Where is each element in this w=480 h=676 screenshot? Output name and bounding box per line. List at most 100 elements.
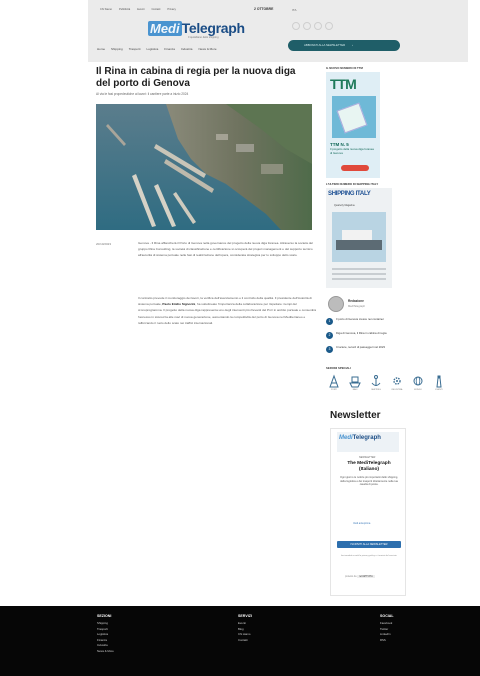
- top-link[interactable]: Contatti: [151, 8, 160, 11]
- footer-heading: SOCIAL: [380, 614, 394, 618]
- newsletter-card: MediTelegraph NEWSLETTER The MediTelegra…: [330, 428, 406, 596]
- logo-main: Telegraph: [181, 20, 245, 36]
- footer-heading: SEZIONI: [97, 614, 112, 618]
- article-title: Il Rina in cabina di regia per la nuova …: [96, 66, 296, 89]
- section-label: PORTI: [330, 389, 338, 391]
- footer-link[interactable]: RSS: [380, 638, 394, 644]
- footer-link[interactable]: Chi siamo: [238, 632, 252, 638]
- chevron-right-icon: ›: [352, 43, 353, 47]
- twitter-icon[interactable]: [303, 22, 311, 30]
- ports-icon: [329, 374, 339, 388]
- article-date: 20/10/2023: [96, 242, 112, 246]
- section-label: SHIPPING: [371, 389, 381, 391]
- section-link[interactable]: INDUSTRIA: [391, 374, 403, 391]
- article-subtitle: Al via le fasi propedeutiche ai lavori: …: [96, 92, 189, 96]
- footer-link[interactable]: News & More: [97, 649, 114, 655]
- top-links: Chi Siamo Pubblicità Eventi Contatti Pri…: [100, 8, 176, 11]
- article-paragraph: Il contratto prevede il monitoraggio dei…: [138, 295, 316, 326]
- nav-item[interactable]: Trasporti: [129, 47, 141, 51]
- section-label: EVENTI: [435, 389, 443, 391]
- subscribe-label: ISCRIVITI ALLA NEWSLETTER: [350, 543, 388, 546]
- section-link[interactable]: MONDO: [412, 374, 424, 391]
- rank-text: Crociere, record di passeggeri nel 2023: [336, 345, 385, 349]
- tm-magazine-cover[interactable]: TTM TTM N. 5 Il progetto della nuova dig…: [326, 72, 380, 178]
- footer-link[interactable]: Contatti: [238, 638, 252, 644]
- logo-tagline: Il quotidiano dello shipping: [188, 36, 219, 39]
- rank-number: 3: [326, 346, 333, 353]
- author-role: MediTelegraph: [348, 305, 366, 308]
- sidebar-section-title: L'ULTIMO NUMERO DI SHIPPING ITALY: [326, 182, 379, 186]
- footer-column: SERVIZI Eventi Blog Chi siamo Contatti: [238, 614, 252, 643]
- top-link[interactable]: Privacy: [167, 8, 176, 11]
- newsletter-description: Ogni giorno le notizie più importanti de…: [340, 476, 398, 487]
- section-link[interactable]: PORTI: [328, 374, 340, 391]
- footer-heading: SERVIZI: [238, 614, 252, 618]
- tm-subtitle: Il progetto della nuova diga foranea di …: [330, 147, 374, 155]
- rank-text: Diga di Genova, il Rina in cabina di reg…: [336, 331, 387, 335]
- top-link[interactable]: Pubblicità: [119, 8, 130, 11]
- cover-image: [332, 212, 386, 262]
- ranking-item[interactable]: 3 Crociere, record di passeggeri nel 202…: [326, 345, 402, 353]
- logo-prefix: Medi: [148, 21, 182, 36]
- captcha-badge: protetto da reCAPTCHA: [345, 575, 375, 578]
- newsletter-logo: MediTelegraph: [339, 435, 381, 441]
- site-logo[interactable]: Medi Telegraph: [148, 20, 245, 36]
- search-icon[interactable]: [325, 22, 333, 30]
- footer: SEZIONI Shipping Trasporti Logistica Fin…: [0, 606, 480, 676]
- gear-icon: [393, 377, 401, 385]
- section-label: MONDO: [414, 389, 422, 391]
- shipping-magazine-cover[interactable]: SHIPPING ITALY Quarterly Magazine: [326, 188, 392, 288]
- article-paragraph: Genova - Il Rina affiancherà il Porto di…: [138, 241, 313, 258]
- subscribe-button[interactable]: ISCRIVITI ALLA NEWSLETTER: [337, 541, 401, 548]
- sidebar-section-title: IL NUOVO NUMERO DI TTM: [326, 66, 363, 70]
- nav-item[interactable]: Industria: [181, 47, 193, 51]
- author-name: Redazione: [348, 299, 364, 303]
- tm-read-button[interactable]: [341, 165, 369, 171]
- nav-item[interactable]: News & More: [198, 47, 216, 51]
- newsletter-preview-link[interactable]: Vedi anteprima: [353, 522, 370, 525]
- social-icons: [292, 22, 333, 30]
- logo-prefix: Medi: [339, 435, 353, 441]
- language-selector[interactable]: ITA: [292, 8, 296, 12]
- rank-text: Il porto di Genova cresce nei container: [336, 317, 384, 321]
- ranking-item[interactable]: 2 Diga di Genova, il Rina in cabina di r…: [326, 331, 402, 339]
- section-link[interactable]: EVENTI: [433, 374, 445, 391]
- newsletter-cta-button[interactable]: ABBONATI ALLA NEWSLETTER ›: [288, 40, 400, 51]
- anchor-icon: [371, 375, 381, 386]
- ship-icon: [349, 376, 361, 388]
- rank-number: 2: [326, 332, 333, 339]
- section-link[interactable]: SHIPPING: [370, 374, 382, 391]
- cta-label: ABBONATI ALLA NEWSLETTER: [304, 43, 346, 47]
- newsletter-heading: Newsletter: [330, 410, 381, 421]
- section-label: INDUSTRIA: [391, 389, 403, 391]
- footer-column: SEZIONI Shipping Trasporti Logistica Fin…: [97, 614, 114, 655]
- ranking-item[interactable]: 1 Il porto di Genova cresce nei containe…: [326, 317, 402, 325]
- lighthouse-icon: [436, 375, 442, 388]
- rank-number: 1: [326, 318, 333, 325]
- tm-logo: TTM: [330, 76, 357, 92]
- nav-item[interactable]: Logistica: [146, 47, 158, 51]
- linkedin-icon[interactable]: [314, 22, 322, 30]
- nav-item[interactable]: Finanza: [164, 47, 175, 51]
- top-link[interactable]: Chi Siamo: [100, 8, 112, 11]
- shipping-subtitle: Quarterly Magazine: [334, 204, 355, 207]
- cover-image: [332, 96, 376, 138]
- top-link[interactable]: Eventi: [137, 8, 144, 11]
- newsletter-disclaimer: Iscrivendoti accetti la privacy policy e…: [340, 555, 398, 557]
- footer-link[interactable]: Facebook: [380, 621, 394, 627]
- sidebar-section-title: SEZIONI SPECIALI: [326, 366, 351, 370]
- special-sections: PORTI NAVI SHIPPING INDUSTRIA MONDO EVEN…: [328, 374, 445, 391]
- globe-icon: [413, 376, 423, 386]
- nav-item[interactable]: Shipping: [111, 47, 123, 51]
- logo-main: Telegraph: [352, 435, 381, 441]
- captcha-value: reCAPTCHA: [357, 575, 375, 578]
- section-label: NAVI: [352, 389, 358, 391]
- nav-item[interactable]: Home: [97, 47, 105, 51]
- newsletter-name: The MediTelegraph (Italiano): [347, 461, 391, 472]
- newsletter-kicker: NEWSLETTER: [359, 456, 376, 459]
- avatar: [328, 296, 344, 312]
- section-link[interactable]: NAVI: [349, 374, 361, 391]
- header-date: 2 OTTOBRE: [254, 7, 274, 11]
- bold-text: Paolo Emilio Signorini: [162, 302, 196, 307]
- facebook-icon[interactable]: [292, 22, 300, 30]
